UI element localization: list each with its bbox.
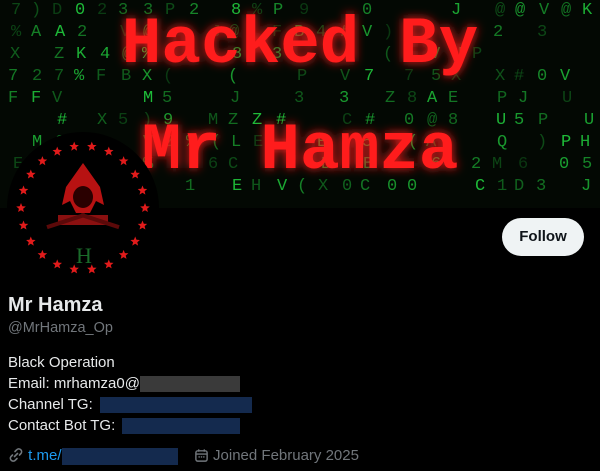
svg-text:F: F (8, 89, 18, 108)
svg-text:F: F (31, 89, 41, 108)
svg-text:2: 2 (471, 155, 481, 174)
svg-text:Q: Q (497, 133, 507, 152)
svg-text:D: D (52, 1, 62, 20)
svg-text:3: 3 (537, 23, 547, 42)
joined-date: Joined February 2025 (213, 447, 359, 464)
svg-text:@: @ (515, 1, 525, 20)
banner-title-line1: Hacked By (122, 7, 478, 82)
svg-text:P: P (497, 89, 507, 108)
svg-text:#: # (514, 67, 524, 86)
svg-text:J: J (518, 89, 528, 108)
svg-text:V: V (560, 67, 571, 86)
svg-text:A: A (427, 89, 438, 108)
svg-text:7: 7 (11, 1, 21, 20)
svg-text:X: X (495, 67, 505, 86)
redacted-channel-link[interactable] (99, 397, 252, 414)
svg-text:Z: Z (385, 89, 395, 108)
svg-text:0: 0 (537, 67, 547, 86)
svg-text:1: 1 (497, 177, 507, 196)
bio-line-description: Black Operation (8, 354, 115, 371)
profile-link[interactable]: t.me/ (28, 447, 61, 464)
svg-text:C: C (475, 177, 485, 196)
svg-text:F: F (96, 67, 106, 86)
follow-button[interactable]: Follow (502, 218, 584, 256)
svg-text:2: 2 (32, 67, 42, 86)
svg-text:4: 4 (100, 45, 110, 64)
avatar-emblem-icon: H (10, 135, 156, 281)
svg-text:M: M (492, 155, 502, 174)
svg-text:D: D (514, 177, 524, 196)
svg-text:): ) (537, 133, 547, 152)
banner-title-line2: Mr Hamza (142, 113, 459, 188)
svg-text:A: A (55, 23, 66, 42)
svg-text:J: J (230, 89, 240, 108)
svg-text:V: V (539, 1, 550, 20)
redacted-email-block (139, 376, 240, 393)
svg-text:3: 3 (339, 89, 349, 108)
svg-text:2: 2 (493, 23, 503, 42)
svg-text:5: 5 (162, 89, 172, 108)
profile-bio: Black Operation Email: mrhamza0@ Channel… (8, 352, 252, 436)
svg-text:2: 2 (77, 23, 87, 42)
svg-text:J: J (581, 177, 591, 196)
svg-text:#: # (57, 111, 67, 130)
profile-meta: t.me/ Joined February 2025 (8, 447, 359, 465)
bio-line-contact: Contact Bot TG: (8, 415, 252, 436)
svg-text:P: P (538, 111, 548, 130)
svg-text:U: U (584, 111, 594, 130)
svg-text:@: @ (495, 1, 505, 20)
svg-text:7: 7 (8, 67, 18, 86)
svg-text:8: 8 (407, 89, 417, 108)
svg-text:E: E (448, 89, 458, 108)
svg-text:A: A (31, 23, 42, 42)
redacted-profile-link[interactable] (61, 447, 178, 465)
profile-name: Mr Hamza (8, 294, 103, 316)
redacted-contact-link[interactable] (122, 418, 241, 435)
svg-text:X: X (10, 45, 20, 64)
svg-text:U: U (496, 111, 506, 130)
svg-text:K: K (76, 45, 87, 64)
svg-text:P: P (561, 133, 571, 152)
svg-text:6: 6 (518, 155, 528, 174)
svg-text:Z: Z (54, 45, 64, 64)
avatar[interactable]: H (7, 132, 159, 284)
svg-text:M: M (143, 89, 153, 108)
bio-line-email: Email: mrhamza0@ (8, 373, 252, 394)
avatar-letter: H (76, 243, 92, 268)
svg-text:3: 3 (536, 177, 546, 196)
svg-text:5: 5 (582, 155, 592, 174)
svg-text:U: U (562, 89, 572, 108)
calendar-icon (194, 447, 213, 464)
svg-text:%: % (74, 67, 85, 86)
svg-text:%: % (11, 23, 22, 42)
svg-text:@: @ (561, 1, 571, 20)
svg-text:0: 0 (75, 1, 85, 20)
svg-text:2: 2 (97, 1, 107, 20)
svg-text:3: 3 (294, 89, 304, 108)
svg-text:K: K (582, 1, 593, 20)
svg-text:0: 0 (559, 155, 569, 174)
svg-text:7: 7 (54, 67, 64, 86)
link-icon (8, 447, 28, 464)
svg-text:5: 5 (514, 111, 524, 130)
svg-text:H: H (580, 133, 590, 152)
svg-text:): ) (31, 1, 41, 20)
svg-text:5: 5 (118, 111, 128, 130)
profile-handle: @MrHamza_Op (8, 320, 113, 336)
bio-line-channel: Channel TG: (8, 394, 252, 415)
svg-text:V: V (52, 89, 63, 108)
svg-text:X: X (97, 111, 107, 130)
